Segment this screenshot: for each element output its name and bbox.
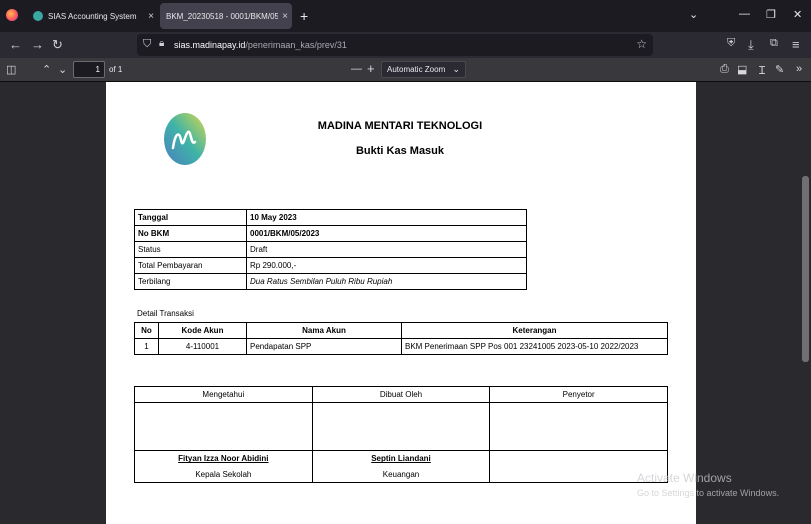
table-row: Terbilang Dua Ratus Sembilan Puluh Ribu …: [134, 273, 527, 290]
table-row: Total Pembayaran Rp 290.000,-: [134, 257, 527, 274]
text-tool-icon[interactable]: Ɪ: [759, 63, 765, 78]
url-host: sias.madinapay.id: [174, 40, 246, 50]
url-path: /penerimaan_kas/prev/31: [245, 40, 347, 50]
previous-page-icon[interactable]: ⌃: [42, 63, 51, 76]
table-cell: 1: [134, 338, 159, 355]
info-value: Draft: [246, 241, 527, 258]
table-row: Status Draft: [134, 241, 527, 258]
info-table: Tanggal 10 May 2023 No BKM 0001/BKM/05/2…: [134, 209, 527, 290]
column-header: No: [134, 322, 159, 339]
pdf-page: MADINA MENTARI TEKNOLOGI Bukti Kas Masuk…: [106, 82, 696, 524]
signatory-role: Keuangan: [311, 466, 491, 483]
tab-close-icon[interactable]: ×: [148, 11, 154, 22]
signature-space: [489, 402, 668, 451]
signature-space-row: [134, 402, 668, 451]
pocket-icon[interactable]: ⛨: [727, 37, 735, 50]
signature-space: [311, 402, 491, 451]
zoom-out-icon[interactable]: —: [351, 63, 362, 75]
signature-role-row: Kepala Sekolah Keuangan: [134, 466, 668, 483]
column-header: Keterangan: [401, 322, 668, 339]
lock-icon[interactable]: 🔒︎: [159, 38, 164, 49]
signatory-role: Kepala Sekolah: [134, 466, 313, 483]
signature-header: Penyetor: [489, 386, 668, 403]
restore-button[interactable]: ❐: [766, 8, 776, 21]
chevron-down-icon: ⌄: [452, 64, 460, 74]
table-cell: Pendapatan SPP: [246, 338, 402, 355]
signatory-name: Fityan Izza Noor Abidini: [178, 454, 269, 464]
save-icon[interactable]: ⬓: [737, 63, 747, 76]
signature-header: Dibuat Oleh: [311, 386, 491, 403]
tab-sias[interactable]: SIAS Accounting System ×: [27, 3, 158, 29]
info-label: Total Pembayaran: [134, 257, 247, 274]
info-value: 0001/BKM/05/2023: [246, 225, 527, 242]
table-row: No BKM 0001/BKM/05/2023: [134, 225, 527, 242]
firefox-icon[interactable]: [6, 9, 18, 21]
signatory-name: Septin Liandani: [371, 454, 431, 464]
tab-close-icon[interactable]: ×: [282, 11, 288, 22]
bookmark-star-icon[interactable]: ☆: [636, 37, 647, 51]
watermark-title: Activate Windows: [637, 471, 732, 485]
address-bar[interactable]: ⛉ 🔒︎ sias.madinapay.id/penerimaan_kas/pr…: [137, 34, 653, 56]
table-row: 1 4-110001 Pendapatan SPP BKM Penerimaan…: [134, 338, 668, 355]
detail-section-label: Detail Transaksi: [137, 309, 194, 318]
info-label: Tanggal: [134, 209, 247, 226]
minimize-button[interactable]: —: [739, 8, 750, 20]
info-label: No BKM: [134, 225, 247, 242]
sias-favicon-icon: [33, 11, 43, 21]
new-tab-button[interactable]: +: [300, 8, 308, 24]
list-all-tabs-icon[interactable]: ⌄: [689, 8, 698, 21]
page-number-input[interactable]: 1: [73, 61, 105, 78]
table-cell: 4-110001: [158, 338, 247, 355]
navigation-bar: ← → ↻ ⛉ 🔒︎ sias.madinapay.id/penerimaan_…: [0, 32, 811, 58]
info-value: Dua Ratus Sembilan Puluh Ribu Rupiah: [246, 273, 527, 290]
signature-space: [134, 402, 313, 451]
draw-tool-icon[interactable]: ✎: [775, 63, 784, 76]
table-header-row: Mengetahui Dibuat Oleh Penyetor: [134, 386, 668, 403]
sidebar-toggle-icon[interactable]: ◫: [6, 63, 16, 76]
zoom-select[interactable]: Automatic Zoom ⌄: [381, 61, 466, 78]
signature-header: Mengetahui: [134, 386, 313, 403]
info-label: Status: [134, 241, 247, 258]
signature-name-row: Fityan Izza Noor Abidini Septin Liandani: [134, 450, 668, 467]
table-row: Tanggal 10 May 2023: [134, 209, 527, 226]
zoom-value: Automatic Zoom: [387, 65, 446, 74]
forward-icon[interactable]: →: [31, 37, 44, 52]
detail-table: No Kode Akun Nama Akun Keterangan 1 4-11…: [134, 322, 668, 355]
scrollbar[interactable]: [800, 82, 811, 524]
next-page-icon[interactable]: ⌄: [58, 63, 67, 76]
info-label: Terbilang: [134, 273, 247, 290]
info-value: Rp 290.000,-: [246, 257, 527, 274]
company-name: MADINA MENTARI TEKNOLOGI: [317, 120, 483, 132]
watermark-subtitle: Go to Settings to activate Windows.: [637, 488, 780, 498]
tab-label: SIAS Accounting System: [48, 11, 137, 21]
signature-table: Mengetahui Dibuat Oleh Penyetor Fityan I…: [134, 386, 668, 483]
tab-bkm-pdf[interactable]: BKM_20230518 - 0001/BKM/05/2023 ×: [160, 3, 292, 29]
column-header: Nama Akun: [246, 322, 402, 339]
reload-icon[interactable]: ↻: [52, 37, 63, 53]
downloads-icon[interactable]: ⤓: [748, 37, 754, 53]
pdf-toolbar: ◫ ⌃ ⌄ 1 of 1 — + Automatic Zoom ⌄ ⎙ ⬓ Ɪ …: [0, 58, 811, 82]
close-window-button[interactable]: ✕: [793, 8, 802, 21]
print-icon[interactable]: ⎙: [720, 63, 729, 76]
back-icon[interactable]: ←: [9, 37, 22, 52]
table-header-row: No Kode Akun Nama Akun Keterangan: [134, 322, 668, 339]
scrollbar-thumb[interactable]: [802, 176, 809, 362]
tools-overflow-icon[interactable]: »: [796, 63, 802, 75]
zoom-in-icon[interactable]: +: [367, 61, 375, 76]
menu-icon[interactable]: ≡: [792, 37, 800, 52]
document-title: Bukti Kas Masuk: [355, 145, 445, 157]
extensions-icon[interactable]: ⧉: [770, 37, 778, 50]
page-count: of 1: [109, 65, 123, 74]
shield-icon[interactable]: ⛉: [143, 38, 151, 51]
table-cell: BKM Penerimaan SPP Pos 001 23241005 2023…: [401, 338, 668, 355]
column-header: Kode Akun: [158, 322, 247, 339]
tab-bar: SIAS Accounting System × BKM_20230518 - …: [0, 0, 811, 32]
activate-windows-watermark: Activate Windows Go to Settings to activ…: [637, 471, 779, 498]
tab-label: BKM_20230518 - 0001/BKM/05/2023: [166, 11, 278, 21]
company-logo: [164, 113, 206, 165]
info-value: 10 May 2023: [246, 209, 527, 226]
